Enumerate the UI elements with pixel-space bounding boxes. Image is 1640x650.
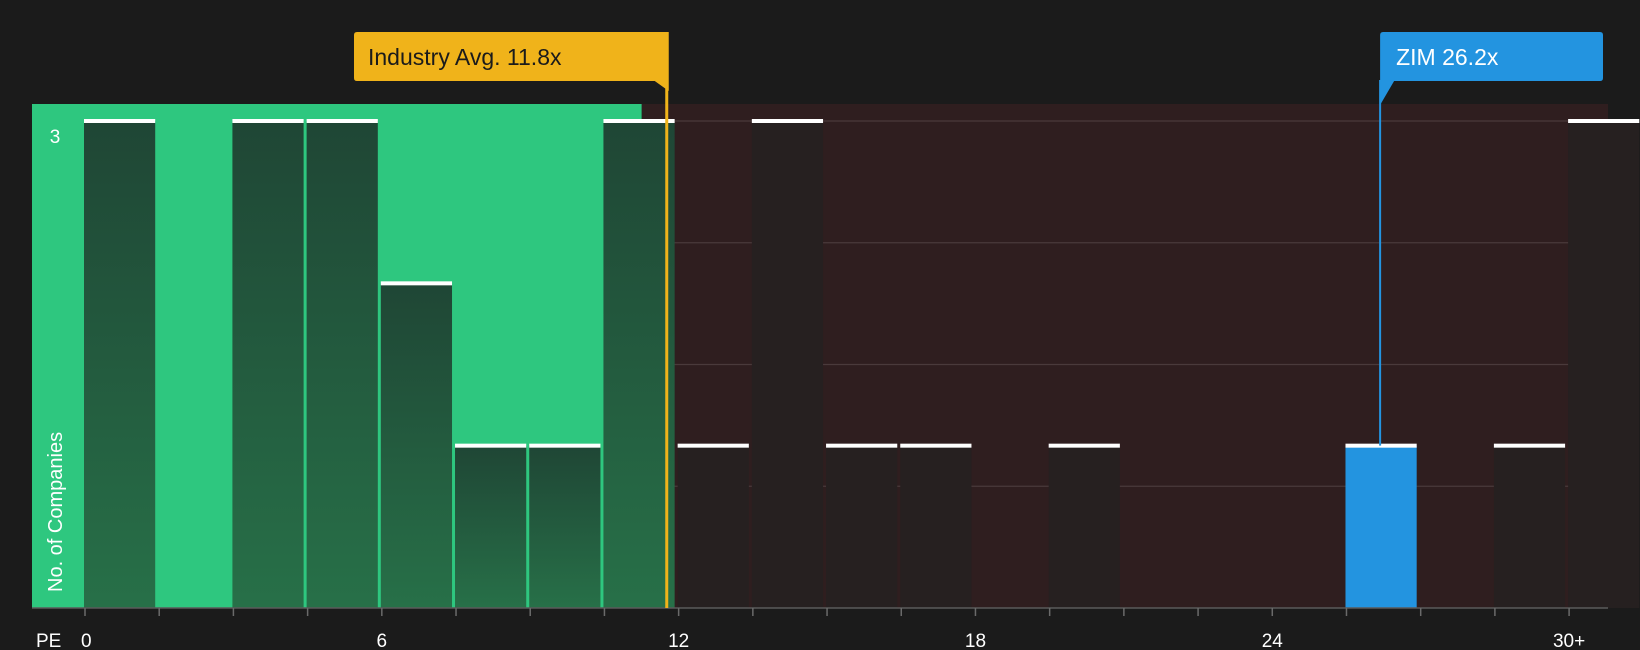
bar-top-cap <box>1568 119 1640 123</box>
histogram-bar <box>751 121 824 608</box>
histogram-bar <box>380 283 453 608</box>
histogram-bar <box>232 121 304 608</box>
histogram-bar <box>84 121 156 608</box>
histogram-bar <box>1568 121 1640 608</box>
bar-top-cap <box>1048 443 1120 448</box>
x-axis-title: PE <box>36 631 61 650</box>
bar-top-cap <box>455 443 527 448</box>
y-axis-label: No. of Companies <box>45 432 67 592</box>
bar-top-cap <box>603 119 675 123</box>
x-tick-label: 12 <box>668 631 689 650</box>
histogram-bar <box>603 121 675 608</box>
bar-top-cap <box>1493 443 1566 448</box>
bar-top-cap <box>232 119 304 123</box>
bar-top-cap <box>900 443 972 448</box>
histogram-bar <box>1493 445 1566 608</box>
industry-average-label: Industry Avg. 11.8x <box>368 44 562 70</box>
bar-top-cap <box>529 443 601 448</box>
bar-top-cap <box>826 443 898 448</box>
bar-top-cap <box>84 119 156 123</box>
bar-top-cap <box>306 119 378 123</box>
x-tick-label: 30+ <box>1553 631 1585 650</box>
company-bar <box>1345 445 1417 608</box>
x-tick-label: 6 <box>377 631 388 650</box>
company-label: ZIM 26.2x <box>1396 44 1499 70</box>
x-tick-label: 18 <box>965 631 986 650</box>
bar-top-cap <box>677 443 749 448</box>
histogram-bar <box>529 445 601 608</box>
bar-top-cap <box>380 281 453 286</box>
histogram-bar <box>826 445 898 608</box>
histogram-bar <box>306 121 378 608</box>
x-tick-label: 0 <box>81 631 92 650</box>
histogram-bar <box>677 445 749 608</box>
pe-distribution-chart: 0 6 12 18 24 30+ Industry Avg. 11.8x ZIM 26.2x… <box>32 32 1640 650</box>
histogram-bar <box>455 445 527 608</box>
x-tick-label: 24 <box>1262 631 1284 650</box>
y-tick-label: 3 <box>50 127 61 148</box>
histogram-bar <box>900 445 972 608</box>
bar-top-cap <box>751 119 824 123</box>
histogram-bar <box>1048 445 1120 608</box>
